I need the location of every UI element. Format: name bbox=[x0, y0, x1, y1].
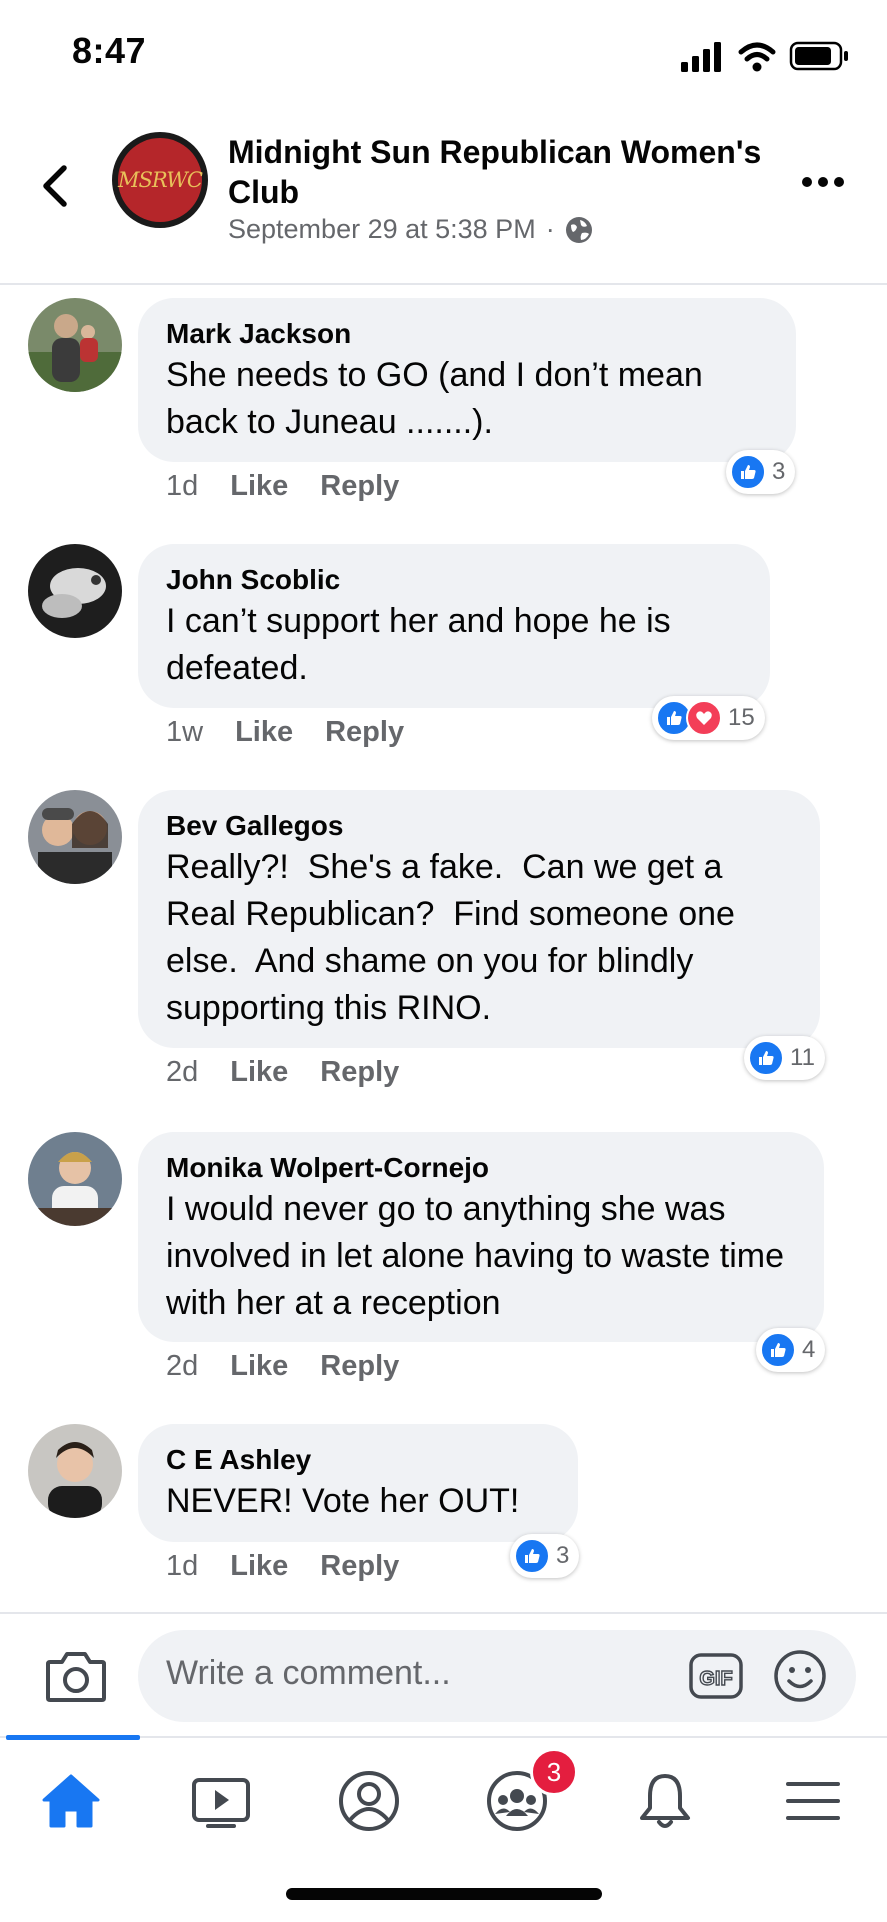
status-icons bbox=[681, 36, 851, 76]
avatar[interactable] bbox=[28, 790, 122, 884]
tab-home[interactable] bbox=[36, 1766, 106, 1836]
comment-age: 2d bbox=[166, 1056, 199, 1088]
like-button[interactable]: Like bbox=[230, 1056, 288, 1089]
menu-icon bbox=[786, 1782, 840, 1820]
signal-wifi-battery-icon bbox=[681, 41, 848, 72]
comment-actions: 2d Like Reply bbox=[166, 1350, 399, 1383]
emoji-button[interactable] bbox=[772, 1648, 828, 1704]
comment-actions: 1d Like Reply bbox=[166, 1550, 399, 1583]
video-icon bbox=[192, 1778, 250, 1828]
tab-video[interactable] bbox=[186, 1766, 256, 1836]
back-button[interactable] bbox=[36, 156, 76, 216]
groups-notification-badge: 3 bbox=[530, 1748, 578, 1796]
comment-text: NEVER! Vote her OUT! bbox=[166, 1482, 520, 1520]
comment-actions: 1w Like Reply bbox=[166, 716, 404, 749]
bell-icon bbox=[640, 1774, 690, 1828]
reaction-count: 3 bbox=[772, 458, 786, 485]
page-name[interactable]: Midnight Sun Republican Women's Club bbox=[228, 132, 768, 212]
status-bar: 8:47 bbox=[0, 0, 887, 110]
like-reaction-icon bbox=[514, 1538, 550, 1574]
reaction-summary[interactable]: 11 bbox=[744, 1036, 825, 1080]
love-reaction-icon bbox=[686, 700, 722, 736]
commenter-name[interactable]: John Scoblic bbox=[166, 562, 740, 598]
comment-text: I can’t support her and hope he is defea… bbox=[166, 602, 681, 687]
smiley-icon bbox=[774, 1650, 826, 1702]
comment-placeholder: Write a comment... bbox=[166, 1654, 451, 1692]
comment-actions: 2d Like Reply bbox=[166, 1056, 399, 1089]
comment-age: 2d bbox=[166, 1350, 199, 1382]
reply-button[interactable]: Reply bbox=[320, 1350, 399, 1383]
commenter-name[interactable]: Bev Gallegos bbox=[166, 808, 790, 844]
comment-text: Really?! She's a fake. Can we get a Real… bbox=[166, 848, 745, 1027]
active-tab-indicator bbox=[6, 1735, 140, 1740]
page-avatar[interactable]: MSRWC bbox=[112, 132, 208, 228]
meta-separator: · bbox=[545, 214, 555, 244]
more-icon bbox=[802, 177, 844, 187]
like-reaction-icon bbox=[748, 1040, 784, 1076]
more-options-button[interactable] bbox=[799, 172, 847, 192]
comment-text: I would never go to anything she was inv… bbox=[166, 1190, 794, 1322]
like-reaction-icon bbox=[760, 1332, 796, 1368]
profile-icon bbox=[339, 1771, 399, 1831]
comment-age: 1d bbox=[166, 1550, 199, 1582]
page-logo-text: MSRWC bbox=[118, 138, 203, 222]
comment-input[interactable]: Write a comment... GIF bbox=[138, 1630, 856, 1722]
tab-menu[interactable] bbox=[778, 1766, 848, 1836]
home-icon bbox=[42, 1774, 100, 1828]
reply-button[interactable]: Reply bbox=[320, 1056, 399, 1089]
comment-age: 1w bbox=[166, 716, 204, 748]
home-indicator bbox=[286, 1888, 602, 1900]
reaction-count: 11 bbox=[790, 1044, 815, 1071]
tab-notifications[interactable] bbox=[630, 1766, 700, 1836]
comment-bubble: Monika Wolpert-Cornejo I would never go … bbox=[138, 1132, 824, 1342]
reply-button[interactable]: Reply bbox=[325, 716, 404, 749]
reaction-summary[interactable]: 15 bbox=[652, 696, 765, 740]
like-button[interactable]: Like bbox=[235, 716, 293, 749]
commenter-name[interactable]: C E Ashley bbox=[166, 1442, 548, 1478]
camera-icon bbox=[46, 1652, 106, 1702]
reaction-count: 3 bbox=[556, 1542, 570, 1569]
reply-button[interactable]: Reply bbox=[320, 1550, 399, 1583]
tab-profile[interactable] bbox=[334, 1766, 404, 1836]
like-button[interactable]: Like bbox=[230, 470, 288, 503]
reaction-summary[interactable]: 3 bbox=[510, 1534, 580, 1578]
commenter-name[interactable]: Mark Jackson bbox=[166, 316, 766, 352]
comment-bubble: C E Ashley NEVER! Vote her OUT! bbox=[138, 1424, 578, 1542]
reaction-summary[interactable]: 3 bbox=[726, 450, 796, 494]
status-time: 8:47 bbox=[72, 30, 147, 71]
globe-icon bbox=[565, 216, 592, 243]
gif-button[interactable]: GIF bbox=[688, 1650, 744, 1702]
comment-age: 1d bbox=[166, 470, 199, 502]
avatar[interactable] bbox=[28, 544, 122, 638]
comment-actions: 1d Like Reply bbox=[166, 470, 399, 503]
post-time[interactable]: September 29 at 5:38 PM bbox=[228, 214, 536, 245]
gif-icon: GIF bbox=[689, 1653, 743, 1699]
gif-label: GIF bbox=[699, 1668, 732, 1690]
like-button[interactable]: Like bbox=[230, 1350, 288, 1383]
like-reaction-icon bbox=[730, 454, 766, 490]
comment-bubble: Mark Jackson She needs to GO (and I don’… bbox=[138, 298, 796, 462]
reaction-count: 15 bbox=[728, 704, 755, 731]
comment-composer: Write a comment... GIF bbox=[0, 1612, 887, 1738]
post-header: MSRWC Midnight Sun Republican Women's Cl… bbox=[0, 110, 887, 285]
camera-button[interactable] bbox=[44, 1646, 108, 1706]
commenter-name[interactable]: Monika Wolpert-Cornejo bbox=[166, 1150, 794, 1186]
comment-bubble: John Scoblic I can’t support her and hop… bbox=[138, 544, 770, 708]
reaction-count: 4 bbox=[802, 1336, 816, 1363]
comment-bubble: Bev Gallegos Really?! She's a fake. Can … bbox=[138, 790, 820, 1048]
reply-button[interactable]: Reply bbox=[320, 470, 399, 503]
avatar[interactable] bbox=[28, 1132, 122, 1226]
chevron-left-icon bbox=[43, 165, 67, 207]
like-button[interactable]: Like bbox=[230, 1550, 288, 1583]
post-meta: September 29 at 5:38 PM · bbox=[228, 214, 593, 245]
avatar[interactable] bbox=[28, 1424, 122, 1518]
avatar[interactable] bbox=[28, 298, 122, 392]
reaction-summary[interactable]: 4 bbox=[756, 1328, 826, 1372]
comment-text: She needs to GO (and I don’t mean back t… bbox=[166, 356, 713, 441]
